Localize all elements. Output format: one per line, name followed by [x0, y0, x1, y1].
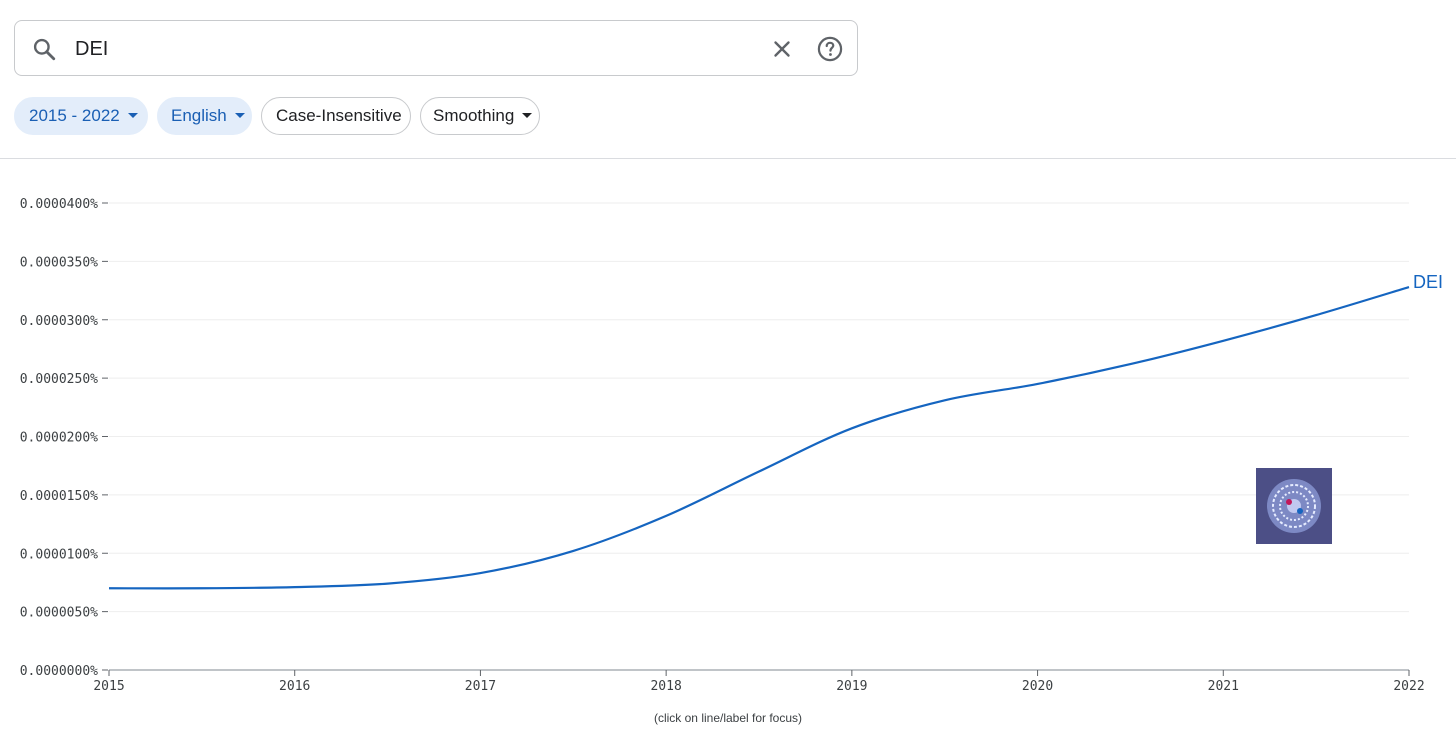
- y-tick-label: 0.0000100%: [20, 547, 98, 562]
- ngram-chart: 0.0000000% 0.0000050% 0.0000100% 0.0000150%…: [20, 197, 1443, 694]
- x-tick-label: 2019: [836, 679, 867, 694]
- search-icon[interactable]: [31, 36, 57, 62]
- x-tick-label: 2022: [1393, 679, 1424, 694]
- language-label: English: [171, 106, 227, 125]
- x-tick-label: 2015: [93, 679, 124, 694]
- series-label[interactable]: DEI: [1413, 272, 1443, 292]
- smoothing-dropdown[interactable]: Smoothing: [420, 97, 540, 135]
- chart-footnote: (click on line/label for focus): [653, 711, 803, 725]
- header-divider: [0, 158, 1456, 159]
- y-tick-label: 0.0000350%: [20, 255, 98, 270]
- y-tick-label: 0.0000150%: [20, 489, 98, 504]
- search-box: [14, 20, 858, 76]
- x-tick-label: 2016: [279, 679, 310, 694]
- year-range-dropdown[interactable]: 2015 - 2022: [14, 97, 148, 135]
- close-icon[interactable]: [769, 36, 795, 62]
- reconstructing-inclusion-logo: [1256, 468, 1332, 544]
- series-line-dei[interactable]: [108, 286, 1410, 590]
- x-tick-label: 2020: [1022, 679, 1053, 694]
- case-label: Case-Insensitive: [276, 106, 402, 125]
- y-tick-label: 0.0000050%: [20, 606, 98, 621]
- caret-down-icon: [522, 113, 533, 119]
- caret-down-icon: [234, 113, 245, 119]
- y-tick-label: 0.0000000%: [20, 664, 98, 679]
- smoothing-label: Smoothing: [433, 106, 515, 125]
- x-tick-label: 2018: [650, 679, 681, 694]
- y-tick-label: 0.0000300%: [20, 314, 98, 329]
- language-dropdown[interactable]: English: [157, 97, 252, 135]
- search-input[interactable]: [75, 32, 745, 66]
- year-range-label: 2015 - 2022: [29, 106, 120, 125]
- x-tick-label: 2017: [465, 679, 496, 694]
- case-insensitive-toggle[interactable]: Case-Insensitive: [261, 97, 411, 135]
- y-tick-label: 0.0000250%: [20, 372, 98, 387]
- y-tick-label: 0.0000400%: [20, 197, 98, 212]
- caret-down-icon: [127, 113, 138, 119]
- y-tick-label: 0.0000200%: [20, 431, 98, 446]
- help-circle-icon[interactable]: [816, 35, 844, 63]
- x-tick-label: 2021: [1208, 679, 1239, 694]
